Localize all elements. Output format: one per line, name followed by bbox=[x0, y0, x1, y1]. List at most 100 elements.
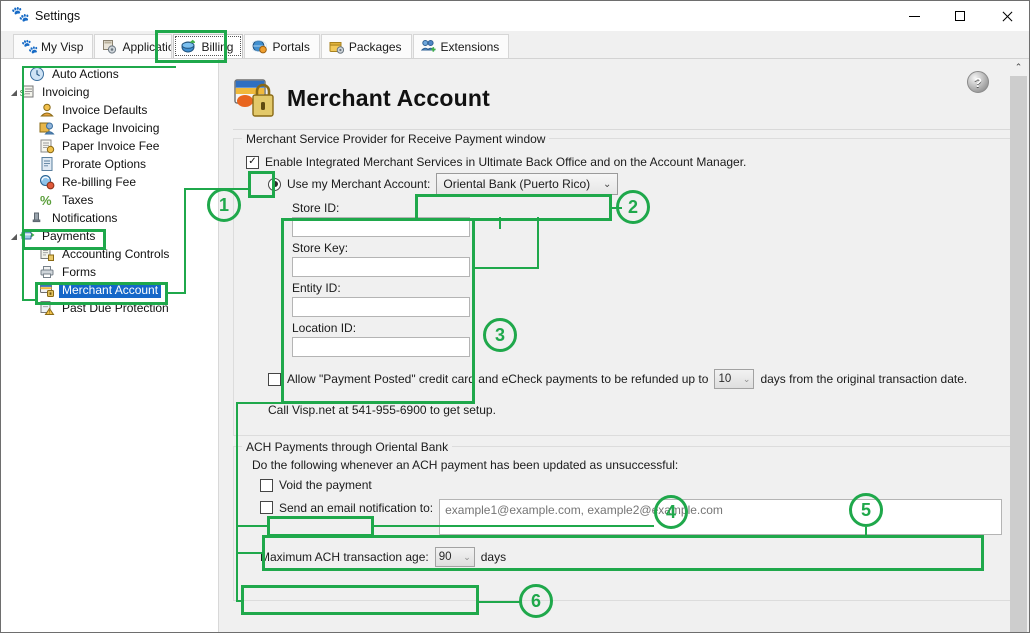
window-controls bbox=[891, 1, 1029, 31]
tree-item-taxes[interactable]: % Taxes bbox=[1, 191, 218, 209]
vertical-scrollbar[interactable]: ⌃ bbox=[1010, 59, 1027, 632]
use-merchant-account-label: Use my Merchant Account: bbox=[287, 177, 431, 191]
void-payment-row: Void the payment bbox=[260, 478, 1002, 492]
tree-item-label: Re-billing Fee bbox=[62, 175, 137, 189]
ach-payments-group-caption: ACH Payments through Oriental Bank bbox=[242, 440, 453, 454]
tree-expander-icon[interactable]: ◢ bbox=[9, 88, 19, 97]
tree-item-past-due-protection[interactable]: ! Past Due Protection bbox=[1, 299, 218, 317]
radio-dot-icon bbox=[271, 181, 278, 187]
chevron-down-icon: ⌄ bbox=[463, 551, 471, 562]
tree-expander-icon[interactable]: ◢ bbox=[9, 232, 19, 241]
title-bar: 🐾 Settings bbox=[1, 1, 1029, 31]
help-button[interactable]: ? bbox=[967, 71, 989, 93]
merchant-credential-fields: Store ID: Store Key: Entity ID: Location… bbox=[292, 201, 470, 357]
enable-integrated-checkbox[interactable]: ✓ bbox=[246, 155, 259, 169]
tree-item-paper-invoice-fee[interactable]: Paper Invoice Fee bbox=[1, 137, 218, 155]
visp-foot-icon: 🐾 bbox=[21, 38, 39, 54]
clock-icon bbox=[29, 66, 45, 82]
void-payment-label: Void the payment bbox=[279, 478, 372, 492]
close-icon bbox=[1001, 11, 1012, 22]
tree-item-invoicing[interactable]: ◢ $ Invoicing bbox=[1, 83, 218, 101]
allow-refund-checkbox[interactable] bbox=[268, 372, 281, 386]
tab-billing[interactable]: Billing bbox=[173, 34, 244, 58]
tree-item-forms[interactable]: Forms bbox=[1, 263, 218, 281]
past-due-icon: ! bbox=[39, 300, 55, 316]
max-ach-age-spinner[interactable]: 90 ⌄ bbox=[434, 547, 475, 567]
tree-item-label: Merchant Account bbox=[59, 282, 162, 298]
void-payment-checkbox[interactable] bbox=[260, 478, 273, 492]
tab-packages[interactable]: Packages bbox=[320, 34, 412, 58]
tree-item-label: Payments bbox=[42, 229, 96, 243]
scroll-up-button[interactable]: ⌃ bbox=[1010, 59, 1027, 76]
store-key-input[interactable] bbox=[292, 257, 470, 277]
minimize-button[interactable] bbox=[891, 1, 937, 31]
tree-item-prorate-options[interactable]: Prorate Options bbox=[1, 155, 218, 173]
extensions-icon bbox=[420, 39, 436, 54]
close-button[interactable] bbox=[983, 1, 1029, 31]
content-area: Auto Actions ◢ $ Invoicing Invoice Defau… bbox=[1, 59, 1029, 632]
ach-intro-text: Do the following whenever an ACH payment… bbox=[252, 458, 679, 472]
use-merchant-account-row: Use my Merchant Account: Oriental Bank (… bbox=[268, 173, 1002, 195]
scrollbar-thumb[interactable] bbox=[1010, 76, 1027, 632]
tree-item-label: Accounting Controls bbox=[62, 247, 170, 261]
accounting-icon bbox=[39, 246, 55, 262]
merchant-icon bbox=[39, 282, 55, 298]
merchant-provider-group-caption: Merchant Service Provider for Receive Pa… bbox=[242, 132, 550, 146]
question-mark-icon: ? bbox=[974, 74, 982, 90]
tab-label: Portals bbox=[272, 39, 310, 54]
tree-item-label: Paper Invoice Fee bbox=[62, 139, 160, 153]
rebill-icon bbox=[39, 174, 55, 190]
max-ach-age-unit: days bbox=[480, 550, 507, 564]
tree-item-auto-actions[interactable]: Auto Actions bbox=[1, 65, 218, 83]
minimize-icon bbox=[908, 15, 920, 17]
tab-portals[interactable]: Portals bbox=[244, 34, 320, 58]
maximize-button[interactable] bbox=[937, 1, 983, 31]
percent-icon: % bbox=[39, 192, 55, 208]
merchant-provider-value: Oriental Bank (Puerto Rico) bbox=[443, 177, 591, 191]
tab-label: Extensions bbox=[440, 39, 500, 54]
allow-refund-text-before: Allow "Payment Posted" credit card and e… bbox=[287, 372, 709, 386]
merchant-card-lock-icon bbox=[233, 77, 277, 119]
tree-item-notifications[interactable]: Notifications bbox=[1, 209, 218, 227]
merchant-provider-select[interactable]: Oriental Bank (Puerto Rico) ⌄ bbox=[436, 173, 619, 195]
settings-tree[interactable]: Auto Actions ◢ $ Invoicing Invoice Defau… bbox=[1, 59, 219, 632]
refund-days-value: 10 bbox=[718, 373, 732, 385]
printer-icon bbox=[39, 264, 55, 280]
packages-icon bbox=[329, 39, 344, 54]
use-merchant-account-radio[interactable] bbox=[268, 177, 281, 191]
email-notification-row: Send an email notification to: bbox=[260, 499, 1002, 535]
tree-item-invoice-defaults[interactable]: Invoice Defaults bbox=[1, 101, 218, 119]
entity-id-label: Entity ID: bbox=[292, 281, 341, 295]
tab-extensions[interactable]: Extensions bbox=[412, 34, 510, 58]
tab-label: Application bbox=[122, 39, 171, 54]
visp-foot-icon: 🐾 bbox=[11, 6, 30, 23]
tree-item-label: Package Invoicing bbox=[62, 121, 160, 135]
svg-text:$: $ bbox=[20, 89, 25, 98]
settings-window: 🐾 Settings 🐾 My Visp Application bbox=[0, 0, 1030, 633]
application-icon bbox=[102, 39, 117, 54]
tree-item-package-invoicing[interactable]: Package Invoicing bbox=[1, 119, 218, 137]
svg-text:!: ! bbox=[49, 310, 50, 316]
detail-pane: Merchant Account Merchant Service Provid… bbox=[219, 59, 1029, 632]
email-recipients-input[interactable] bbox=[439, 499, 1002, 535]
tree-item-re-billing-fee[interactable]: Re-billing Fee bbox=[1, 173, 218, 191]
setup-note: Call Visp.net at 541-955-6900 to get set… bbox=[268, 403, 496, 417]
merchant-provider-group: Merchant Service Provider for Receive Pa… bbox=[233, 132, 1015, 436]
tree-item-payments[interactable]: ◢ Payments bbox=[1, 227, 218, 245]
billing-icon bbox=[181, 39, 196, 54]
payments-icon bbox=[19, 228, 35, 244]
email-notification-checkbox[interactable] bbox=[260, 501, 273, 514]
enable-integrated-label: Enable Integrated Merchant Services in U… bbox=[265, 155, 747, 169]
tree-item-accounting-controls[interactable]: Accounting Controls bbox=[1, 245, 218, 263]
store-id-input[interactable] bbox=[292, 217, 470, 237]
tree-item-label: Prorate Options bbox=[62, 157, 147, 171]
tree-item-label: Invoice Defaults bbox=[62, 103, 148, 117]
maximize-icon bbox=[955, 11, 965, 21]
tree-item-merchant-account[interactable]: Merchant Account bbox=[1, 281, 218, 299]
refund-allowance-row: Allow "Payment Posted" credit card and e… bbox=[268, 369, 1002, 389]
tab-application[interactable]: Application bbox=[94, 34, 173, 58]
entity-id-input[interactable] bbox=[292, 297, 470, 317]
refund-days-spinner[interactable]: 10 ⌄ bbox=[714, 369, 755, 389]
tab-my-visp[interactable]: 🐾 My Visp bbox=[13, 34, 94, 58]
location-id-input[interactable] bbox=[292, 337, 470, 357]
